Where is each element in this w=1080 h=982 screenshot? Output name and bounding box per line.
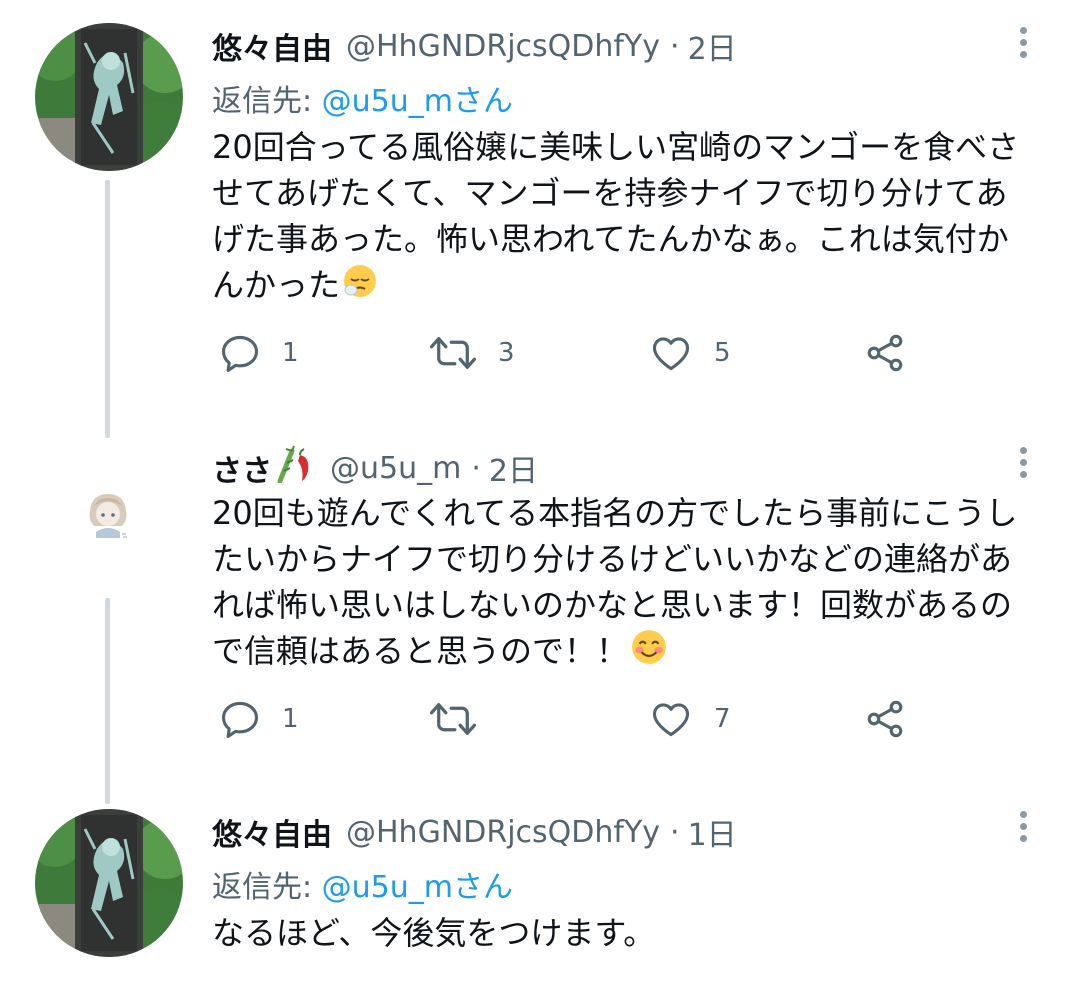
share-button[interactable] <box>862 328 908 378</box>
retweet-icon <box>428 697 478 741</box>
timestamp[interactable]: 2日 <box>489 446 538 490</box>
avatar[interactable] <box>35 809 183 957</box>
user-handle[interactable]: @u5u_m <box>330 451 461 486</box>
tweet-text-line: なるほど、今後気をつけます。 <box>212 914 656 952</box>
share-button[interactable] <box>862 694 908 744</box>
tweet-text: 20回合ってる風俗嬢に美味しい宮崎のマンゴーを食べさ せてあげたくて、マンゴーを… <box>212 124 1042 311</box>
share-icon <box>862 331 908 375</box>
tweet-text-line: で信頼はあると思うので！！ <box>212 632 629 670</box>
display-name[interactable]: 悠々自由 <box>212 810 332 854</box>
sleepy-face-emoji <box>342 263 378 311</box>
action-bar: 1 3 5 <box>212 328 932 378</box>
user-handle[interactable]: @HhGNDRjcsQDhfYy <box>346 29 660 64</box>
action-bar: 1 7 <box>212 694 932 744</box>
tweet-header: ささ @u5u_m · 2日 <box>212 445 538 491</box>
tweet-text: 20回も遊んでくれてる本指名の方でしたら事前にこうし たいからナイフで切り分ける… <box>212 490 1042 678</box>
bamboo-pepper-emoji <box>274 445 316 491</box>
avatar[interactable] <box>78 484 138 544</box>
tweet-text-line: れば怖い思いはしないのかなと思います！回数があるの <box>212 586 1013 624</box>
like-button[interactable]: 7 <box>648 694 731 744</box>
reply-icon <box>218 697 262 741</box>
more-icon[interactable] <box>1013 22 1033 66</box>
separator-dot: · <box>670 28 680 64</box>
smiling-face-emoji <box>630 628 668 678</box>
tweet-text-line: せてあげたくて、マンゴーを持参ナイフで切り分けてあ <box>212 174 1008 212</box>
reply-to: 返信先: @u5u_mさん <box>212 76 513 120</box>
reply-mention-link[interactable]: @u5u_mさん <box>322 870 513 905</box>
like-icon <box>648 697 694 741</box>
reply-count: 1 <box>282 704 299 734</box>
tweet-text-line: げた事あった。怖い思われてたんかなぁ。これは気付か <box>212 220 1009 258</box>
display-name[interactable]: ささ <box>212 446 272 490</box>
tweet-header: 悠々自由 @HhGNDRjcsQDhfYy · 2日 <box>212 24 737 68</box>
reply-to-label: 返信先: <box>212 870 322 905</box>
user-handle[interactable]: @HhGNDRjcsQDhfYy <box>346 815 660 850</box>
reply-icon <box>218 331 262 375</box>
tweet-text-line: 20回合ってる風俗嬢に美味しい宮崎のマンゴーを食べさ <box>212 128 1020 166</box>
reply-button[interactable]: 1 <box>218 694 299 744</box>
more-icon[interactable] <box>1013 806 1033 850</box>
like-count: 5 <box>714 338 731 368</box>
reply-mention-link[interactable]: @u5u_mさん <box>322 84 513 119</box>
tweet-text: なるほど、今後気をつけます。 <box>212 910 1042 956</box>
retweet-button[interactable]: 3 <box>428 328 515 378</box>
timestamp[interactable]: 2日 <box>688 24 737 68</box>
more-icon[interactable] <box>1013 442 1033 486</box>
reply-to: 返信先: @u5u_mさん <box>212 862 513 906</box>
avatar[interactable] <box>35 23 183 171</box>
like-icon <box>648 331 694 375</box>
timestamp[interactable]: 1日 <box>688 810 737 854</box>
tweet-text-line: 20回も遊んでくれてる本指名の方でしたら事前にこうし <box>212 494 1018 532</box>
reply-count: 1 <box>282 338 299 368</box>
retweet-count: 3 <box>498 338 515 368</box>
reply-button[interactable]: 1 <box>218 328 299 378</box>
thread-line <box>105 180 110 438</box>
thread-line <box>105 598 110 804</box>
like-button[interactable]: 5 <box>648 328 731 378</box>
tweet-text-line: んかった <box>212 266 341 304</box>
retweet-button[interactable] <box>428 694 498 744</box>
separator-dot: · <box>471 450 481 486</box>
retweet-icon <box>428 331 478 375</box>
display-name[interactable]: 悠々自由 <box>212 24 332 68</box>
tweet-text-line: たいからナイフで切り分けるけどいいかなどの連絡があ <box>212 540 1013 578</box>
reply-to-label: 返信先: <box>212 84 322 119</box>
separator-dot: · <box>670 814 680 850</box>
share-icon <box>862 697 908 741</box>
tweet-header: 悠々自由 @HhGNDRjcsQDhfYy · 1日 <box>212 810 737 854</box>
like-count: 7 <box>714 704 731 734</box>
